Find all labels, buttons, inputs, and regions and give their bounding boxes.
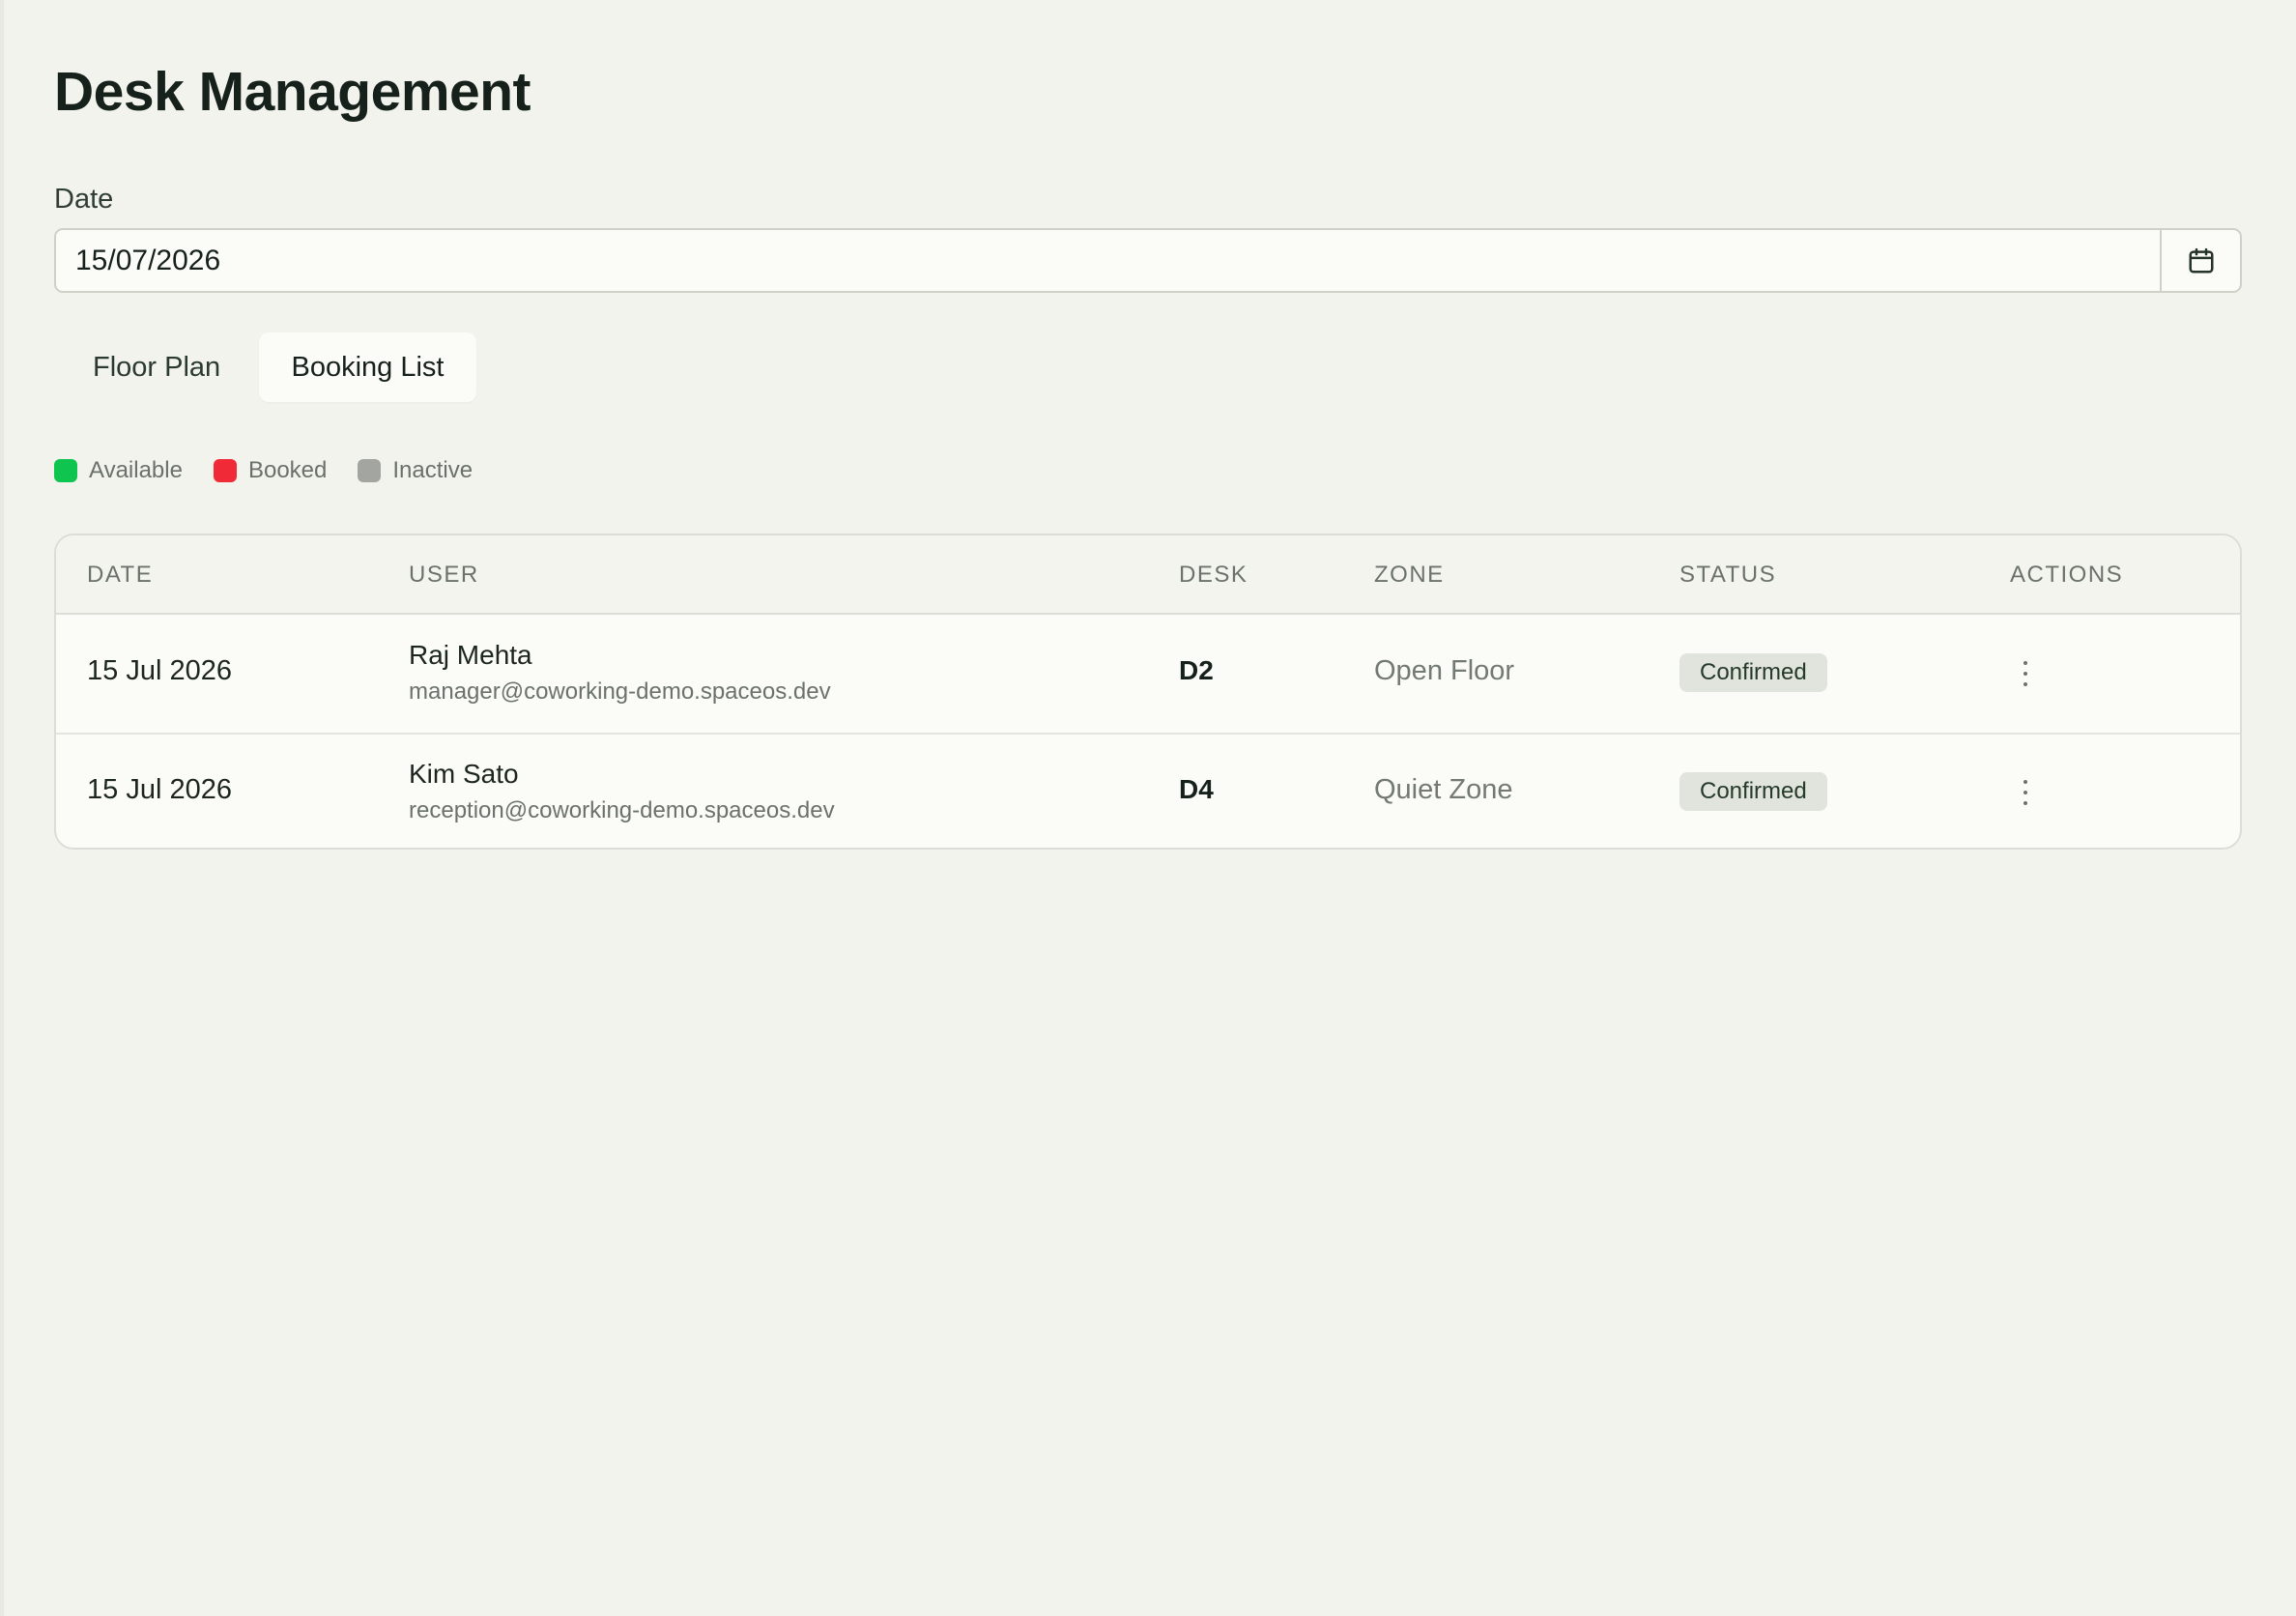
row-actions-button[interactable] — [2006, 649, 2045, 698]
legend-label: Inactive — [392, 457, 474, 483]
bookings-table: DATE USER DESK ZONE STATUS ACTIONS 15 Ju… — [54, 534, 2242, 850]
more-vertical-icon — [2023, 661, 2027, 686]
column-header-date: DATE — [87, 562, 154, 588]
more-vertical-icon — [2023, 780, 2027, 805]
legend-label: Available — [89, 457, 183, 483]
user-name: Raj Mehta — [409, 640, 532, 670]
desk-id: D2 — [1179, 655, 1214, 685]
calendar-icon — [2189, 247, 2213, 273]
left-edge-divider — [0, 0, 4, 1616]
status-badge: Confirmed — [1679, 653, 1827, 692]
desk-id: D4 — [1179, 774, 1214, 804]
calendar-button[interactable] — [2160, 228, 2242, 293]
column-header-status: STATUS — [1679, 562, 1777, 588]
legend-booked: Booked — [213, 457, 328, 484]
booking-date: 15 Jul 2026 — [87, 774, 232, 805]
date-field[interactable] — [54, 228, 2162, 293]
date-input[interactable] — [75, 244, 2160, 277]
column-header-actions: ACTIONS — [2010, 562, 2124, 588]
tab-floor-plan[interactable]: Floor Plan — [54, 332, 259, 402]
status-badge: Confirmed — [1679, 772, 1827, 811]
row-actions-button[interactable] — [2006, 768, 2045, 817]
booking-date: 15 Jul 2026 — [87, 655, 232, 686]
user-email: reception@coworking-demo.spaceos.dev — [409, 797, 835, 823]
legend-inactive: Inactive — [358, 457, 473, 484]
zone-name: Open Floor — [1374, 655, 1515, 686]
column-header-desk: DESK — [1179, 562, 1248, 588]
table-row: 15 Jul 2026 Kim Sato reception@coworking… — [56, 734, 2240, 848]
zone-name: Quiet Zone — [1374, 774, 1513, 805]
table-header: DATE USER DESK ZONE STATUS ACTIONS — [56, 535, 2240, 615]
legend-label: Booked — [247, 457, 328, 483]
page-title: Desk Management — [54, 61, 531, 123]
user-name: Kim Sato — [409, 759, 519, 789]
tab-booking-list[interactable]: Booking List — [259, 332, 476, 402]
available-color-swatch — [54, 459, 77, 482]
booked-color-swatch — [213, 459, 237, 482]
status-legend: Available Booked Inactive — [54, 456, 503, 485]
date-label: Date — [54, 184, 114, 215]
view-tabs: Floor Plan Booking List — [54, 332, 476, 402]
column-header-user: USER — [409, 562, 479, 588]
table-row: 15 Jul 2026 Raj Mehta manager@coworking-… — [56, 615, 2240, 733]
column-header-zone: ZONE — [1374, 562, 1445, 588]
legend-available: Available — [54, 457, 183, 484]
inactive-color-swatch — [358, 459, 382, 482]
user-email: manager@coworking-demo.spaceos.dev — [409, 678, 831, 705]
desk-management-page: Desk Management Date Floor Plan Booking … — [0, 0, 2296, 1616]
